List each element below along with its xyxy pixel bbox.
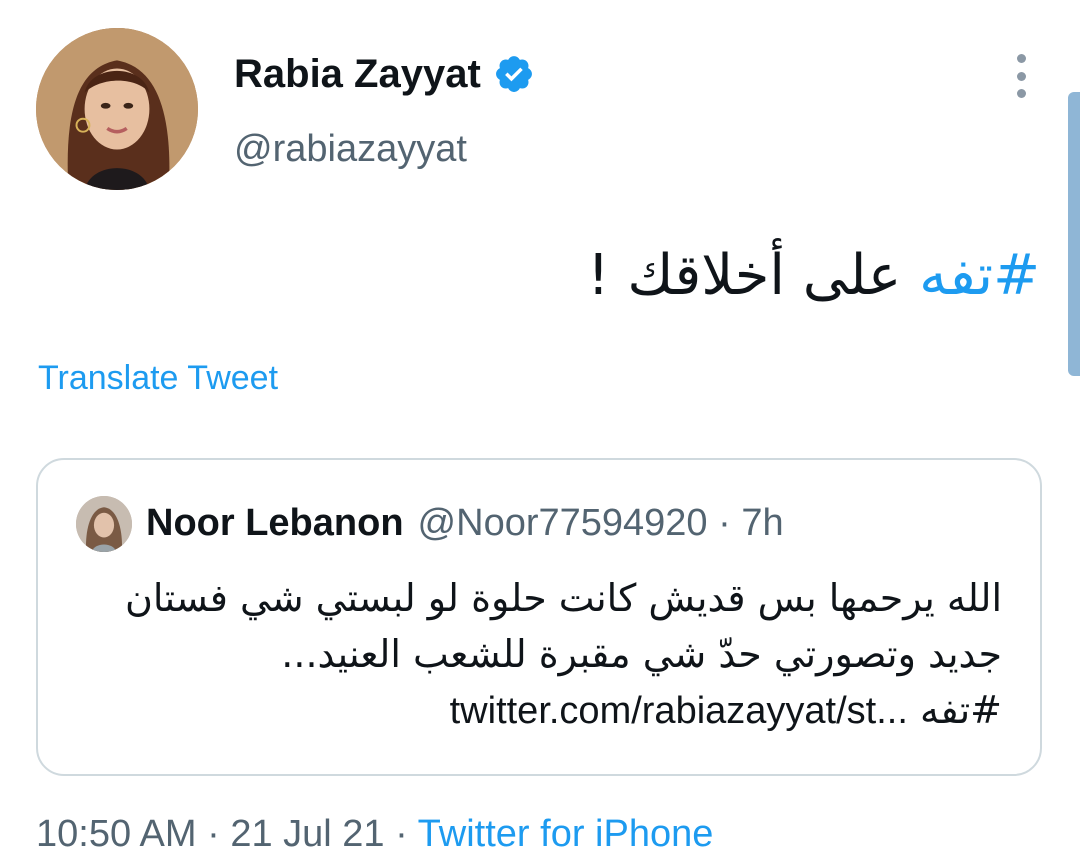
author-handle[interactable]: @rabiazayyat xyxy=(234,124,467,174)
separator: · xyxy=(196,813,231,855)
quoted-author-meta: @Noor77594920 · 7h xyxy=(417,502,784,544)
tweet-text: #تفه على أخلاقك ! xyxy=(587,238,1040,314)
quoted-text-line-3: #تفه twitter.com/rabiazayyat/st... xyxy=(72,682,1002,739)
quoted-author-name[interactable]: Noor Lebanon xyxy=(146,498,404,548)
tweet-hashtag-link[interactable]: #تفه xyxy=(919,243,1040,308)
more-options-icon[interactable] xyxy=(1004,54,1038,98)
translate-tweet-link[interactable]: Translate Tweet xyxy=(38,356,278,400)
quoted-avatar-image xyxy=(76,496,132,552)
quoted-truncated-link: twitter.com/rabiazayyat/st... xyxy=(449,690,908,732)
quoted-tweet-header: Noor Lebanon @Noor77594920 · 7h xyxy=(146,498,784,548)
separator: · xyxy=(384,813,418,855)
quoted-tweet-card[interactable]: Noor Lebanon @Noor77594920 · 7h الله يرح… xyxy=(36,458,1042,776)
author-avatar-image xyxy=(36,28,198,190)
tweet-date[interactable]: 21 Jul 21 xyxy=(230,813,384,855)
tweet-timestamp-row: 10:50 AM · 21 Jul 21 · Twitter for iPhon… xyxy=(36,810,713,857)
quoted-tweet-text: الله يرحمها بس قديش كانت حلوة لو لبستي ش… xyxy=(72,570,1002,739)
tweet-source-link[interactable]: Twitter for iPhone xyxy=(418,813,714,855)
quoted-author-avatar[interactable] xyxy=(76,496,132,552)
quoted-hashtag: #تفه xyxy=(919,688,1002,732)
tweet-time[interactable]: 10:50 AM xyxy=(36,813,197,855)
author-display-name[interactable]: Rabia Zayyat xyxy=(234,48,481,100)
tweet-detail-view: Rabia Zayyat @rabiazayyat #تفه على أخلاق… xyxy=(0,0,1080,857)
author-display-name-row[interactable]: Rabia Zayyat xyxy=(234,48,535,100)
dot xyxy=(1016,71,1026,81)
dot xyxy=(1016,54,1026,63)
verified-badge-icon xyxy=(493,53,535,95)
dot xyxy=(1016,89,1026,98)
tweet-text-rest: على أخلاقك ! xyxy=(587,243,920,308)
author-avatar[interactable] xyxy=(36,28,198,190)
quoted-text-line-2: جديد وتصورتي حدّ شي مقبرة للشعب العنيد..… xyxy=(281,632,1002,676)
scrollbar[interactable] xyxy=(1068,92,1080,376)
quoted-text-line-1: الله يرحمها بس قديش كانت حلوة لو لبستي ش… xyxy=(124,576,1002,620)
